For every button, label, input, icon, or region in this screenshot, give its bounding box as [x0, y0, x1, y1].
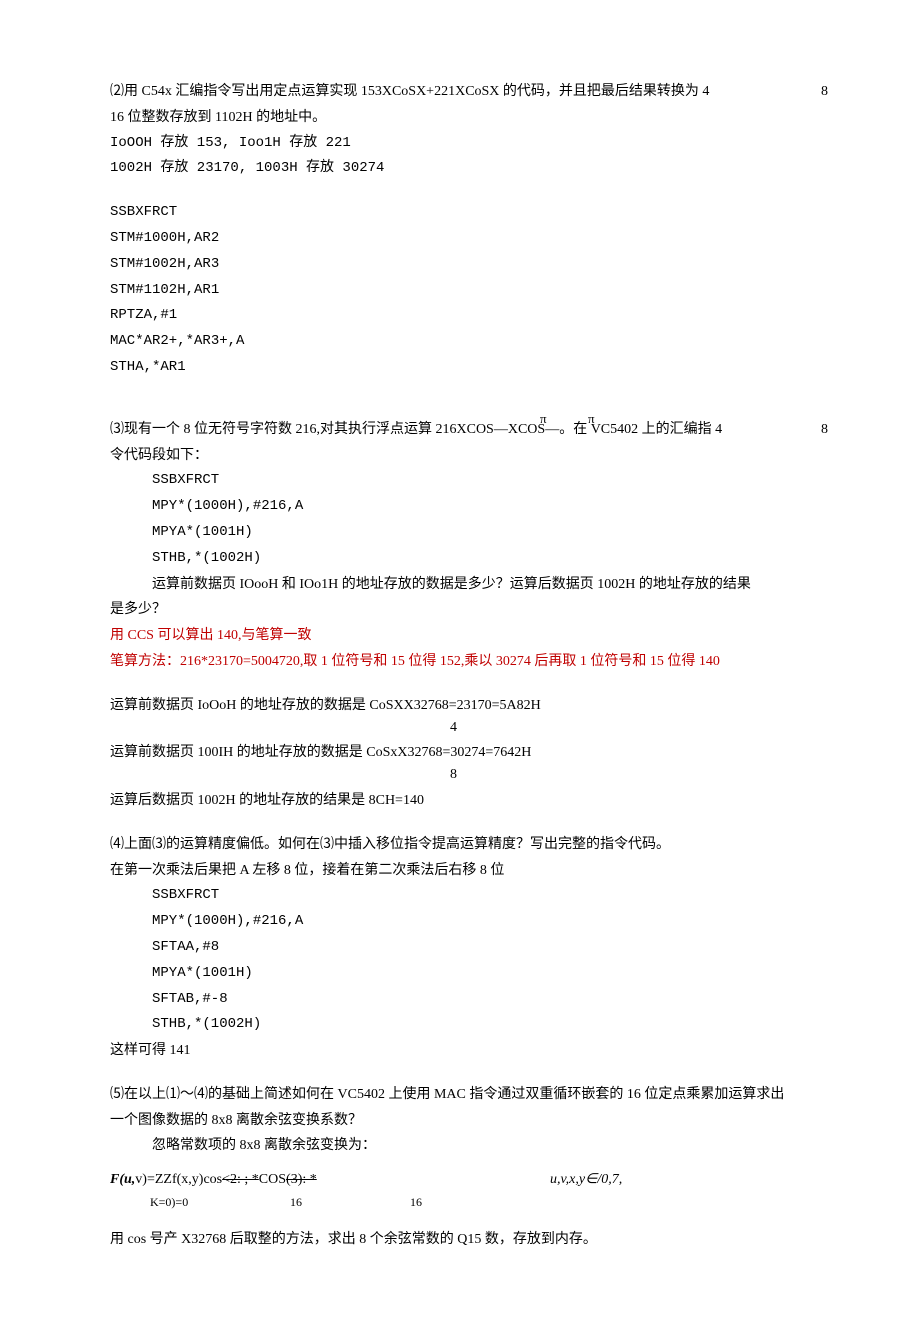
q5-f-v: v)=ZZf(x,y)cos	[135, 1172, 222, 1187]
q5-sub-left: K=0)=0	[150, 1192, 188, 1212]
q3-prompt-line2: 令代码段如下：	[110, 444, 820, 468]
q5-sub-16b: 16	[410, 1192, 422, 1212]
q2-code-2: STM#1002H,AR3	[110, 253, 820, 277]
q3-prompt-a: ⑶现有一个 8 位无符号字符数 216,对其执行浮点运算 216XCOS—XCO…	[110, 422, 722, 437]
q3-pi2: π	[588, 408, 595, 430]
q3-ans3: 运算后数据页 1002H 的地址存放的结果是 8CH=140	[110, 789, 820, 813]
q3-red1: 用 CCS 可以算出 140,与笔算一致	[110, 624, 820, 648]
q4-code-0: SSBXFRCT	[152, 884, 820, 908]
q4-code-4: SFTAB,#-8	[152, 988, 820, 1012]
q3-prompt-line1: ⑶现有一个 8 位无符号字符数 216,对其执行浮点运算 216XCOS—XCO…	[110, 418, 820, 442]
q4-line: 在第一次乘法后果把 A 左移 8 位，接着在第二次乘法后右移 8 位	[110, 859, 820, 883]
q3-code-0: SSBXFRCT	[152, 469, 820, 493]
q3-right-8: 8	[821, 418, 828, 442]
q2-code-0: SSBXFRCT	[110, 201, 820, 225]
q4-code-5: STHB,*(1002H)	[152, 1013, 820, 1037]
q5-f-cos: COS	[259, 1172, 286, 1187]
q5-f-mid2: (3): *	[286, 1172, 317, 1187]
q2-data-line2: 1002H 存放 23170, 1003H 存放 30274	[110, 157, 820, 181]
q5-line: 忽略常数项的 8x8 离散余弦变换为：	[152, 1134, 820, 1158]
q3-code-3: STHB,*(1002H)	[152, 547, 820, 571]
q3-ans2-sub: 8	[450, 763, 820, 787]
q2-code-5: MAC*AR2+,*AR3+,A	[110, 330, 820, 354]
q2-prompt-line2: 16 位整数存放到 1102H 的地址中。	[110, 106, 820, 130]
q2-prompt-line1: ⑵用 C54x 汇编指令写出用定点运算实现 153XCoSX+221XCoSX …	[110, 80, 820, 104]
q2-right-8: 8	[821, 80, 828, 104]
q5-final: 用 cos 号产 X32768 后取整的方法，求出 8 个余弦常数的 Q15 数…	[110, 1228, 820, 1252]
q3-code-2: MPYA*(1001H)	[152, 521, 820, 545]
q3-code-1: MPY*(1000H),#216,A	[152, 495, 820, 519]
q2-code-1: STM#1000H,AR2	[110, 227, 820, 251]
q2-data-line1: IoOOH 存放 153, Ioo1H 存放 221	[110, 132, 820, 156]
q5-sub-16a: 16	[290, 1192, 302, 1212]
q5-f-mid1: <2: ; *	[222, 1172, 259, 1187]
q3-ask: 运算前数据页 IOooH 和 IOo1H 的地址存放的数据是多少？运算后数据页 …	[152, 573, 820, 597]
q2-code-3: STM#1102H,AR1	[110, 279, 820, 303]
q2-prompt-a: ⑵用 C54x 汇编指令写出用定点运算实现 153XCoSX+221XCoSX …	[110, 84, 709, 99]
q4-prompt: ⑷上面⑶的运算精度偏低。如何在⑶中插入移位指令提高运算精度？写出完整的指令代码。	[110, 833, 820, 857]
q5-f-right: u,v,x,y∈/0,7,	[550, 1168, 622, 1192]
q5-prompt-a: ⑸在以上⑴〜⑷的基础上简述如何在 VC5402 上使用 MAC 指令通过双重循环…	[110, 1083, 820, 1107]
q3-ans1-sub: 4	[450, 716, 820, 740]
q2-code-4: RPTZA,#1	[110, 304, 820, 328]
q3-ask2: 是多少？	[110, 598, 820, 622]
q4-result: 这样可得 141	[110, 1039, 820, 1063]
q5-formula: F(u,v)=ZZf(x,y)cos<2: ; *COS(3): * u,v,x…	[110, 1168, 820, 1190]
q2-code-6: STHA,*AR1	[110, 356, 820, 380]
q4-code-2: SFTAA,#8	[152, 936, 820, 960]
q5-f-left: F(u,	[110, 1172, 135, 1187]
q4-code-1: MPY*(1000H),#216,A	[152, 910, 820, 934]
q3-ans1: 运算前数据页 IoOoH 的地址存放的数据是 CoSXX32768=23170=…	[110, 694, 820, 718]
q3-pi1: π	[540, 408, 547, 430]
q3-ans2: 运算前数据页 100IH 的地址存放的数据是 CoSxX32768=30274=…	[110, 741, 820, 765]
q4-code-3: MPYA*(1001H)	[152, 962, 820, 986]
q5-prompt-b: 一个图像数据的 8x8 离散余弦变换系数？	[110, 1109, 820, 1133]
q5-formula-sub: K=0)=0 16 16	[110, 1192, 820, 1208]
q3-red2: 笔算方法：216*23170=5004720,取 1 位符号和 15 位得 15…	[110, 650, 820, 674]
